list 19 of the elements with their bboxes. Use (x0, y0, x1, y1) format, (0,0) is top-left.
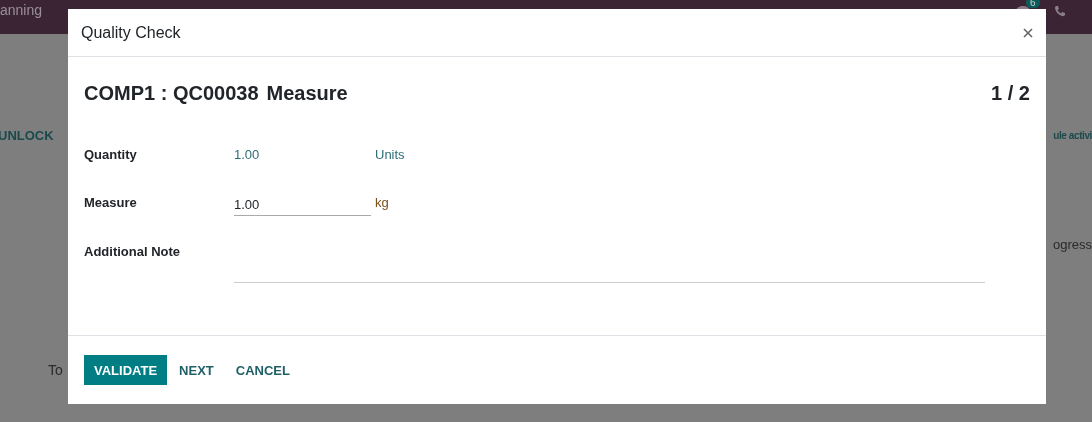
unit-label: Units (375, 146, 405, 164)
schedule-activity-link[interactable]: ule activi (1053, 130, 1092, 141)
field-label: Quantity (84, 146, 138, 164)
check-type: Measure (266, 81, 348, 105)
validate-button[interactable]: VALIDATE (84, 355, 168, 385)
status-text: ogress (1052, 237, 1092, 252)
phone-icon[interactable] (1054, 5, 1066, 17)
unit-label: kg (375, 194, 389, 212)
record-counter: 1 / 2 (991, 81, 1030, 105)
check-reference: COMP1 : QC00038 (84, 81, 259, 105)
field-label: Additional Note (84, 243, 182, 261)
dialog-button[interactable]: NEXT (169, 355, 224, 385)
field-label: Measure (84, 194, 138, 212)
dialog-button[interactable]: CANCEL (225, 355, 300, 385)
dialog-title: Quality Check (81, 23, 181, 42)
quantity-value: 1.00 (234, 146, 261, 164)
field-label: To (48, 362, 63, 378)
menu-item[interactable]: anning (0, 2, 43, 18)
close-icon[interactable] (1023, 27, 1033, 38)
